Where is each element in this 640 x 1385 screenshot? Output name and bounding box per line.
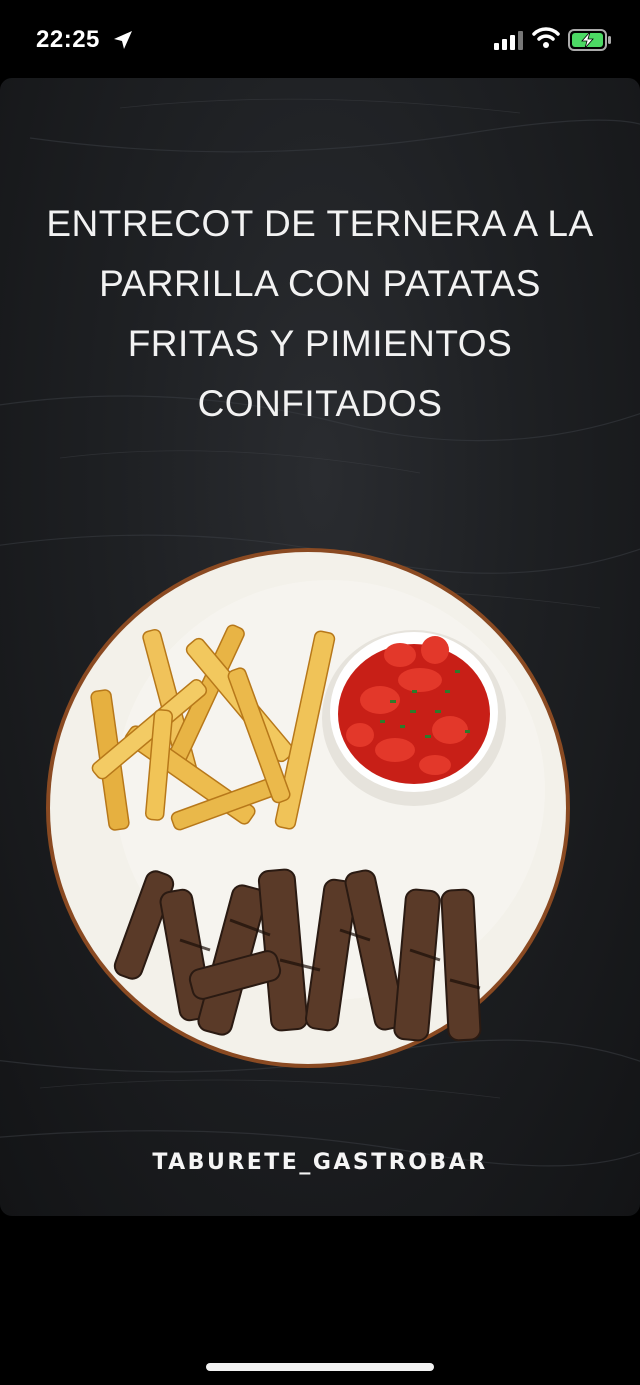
dish-title: ENTRECOT DE TERNERA A LA PARRILLA CON PA… [46,203,594,424]
story-card[interactable]: ENTRECOT DE TERNERA A LA PARRILLA CON PA… [0,78,640,1216]
status-time: 22:25 [36,26,100,53]
location-arrow-icon [114,31,132,49]
cellular-signal-icon [494,31,523,50]
status-bar: 22:25 [0,0,640,80]
brand-handle[interactable]: TABURETE_GASTROBAR [0,1150,640,1175]
home-indicator[interactable] [206,1363,434,1371]
wifi-icon [532,27,560,48]
battery-charging-icon [568,29,611,51]
dish-photo [46,548,570,1068]
